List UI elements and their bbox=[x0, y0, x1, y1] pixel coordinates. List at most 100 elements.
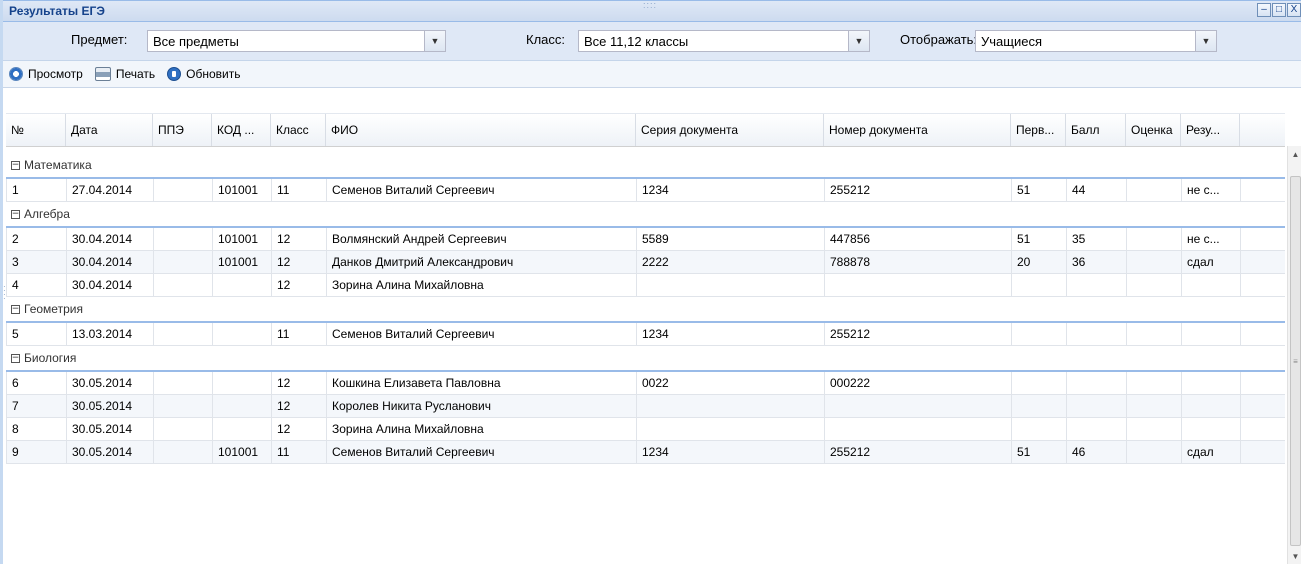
cell-number: 5 bbox=[7, 323, 67, 345]
window-titlebar[interactable]: Результаты ЕГЭ :::: – □ X bbox=[3, 0, 1301, 22]
header-col-date[interactable]: Дата bbox=[66, 114, 153, 146]
header-col-doc-number[interactable]: Номер документа bbox=[824, 114, 1011, 146]
header-col-doc-series[interactable]: Серия документа bbox=[636, 114, 824, 146]
group-header[interactable]: − Алгебра bbox=[6, 202, 1285, 228]
cell-doc-number: 255212 bbox=[825, 441, 1012, 463]
display-label: Отображать: bbox=[900, 32, 978, 47]
cell-grade bbox=[1127, 228, 1182, 250]
scrollbar-thumb[interactable]: ≡ bbox=[1290, 176, 1301, 546]
cell-primary: 51 bbox=[1012, 228, 1067, 250]
cell-date: 13.03.2014 bbox=[67, 323, 154, 345]
cell-date: 27.04.2014 bbox=[67, 179, 154, 201]
collapse-icon[interactable]: − bbox=[11, 160, 20, 170]
group-label: Алгебра bbox=[24, 207, 70, 221]
table-row[interactable]: 5 13.03.2014 11 Семенов Виталий Сергеевич 12… bbox=[6, 323, 1285, 346]
cell-result bbox=[1182, 395, 1241, 417]
group-label: Биология bbox=[24, 351, 77, 365]
cell-doc-number bbox=[825, 418, 1012, 440]
header-col-result[interactable]: Резу... bbox=[1181, 114, 1240, 146]
cell-score: 44 bbox=[1067, 179, 1127, 201]
cell-ppe bbox=[154, 418, 213, 440]
table-row[interactable]: 7 30.05.2014 12 Королев Никита Русланович bbox=[6, 395, 1285, 418]
cell-number: 4 bbox=[7, 274, 67, 296]
cell-score: 35 bbox=[1067, 228, 1127, 250]
collapse-icon[interactable]: − bbox=[11, 304, 20, 314]
cell-class: 12 bbox=[272, 228, 327, 250]
cell-number: 8 bbox=[7, 418, 67, 440]
table-row[interactable]: 1 27.04.2014 101001 11 Семенов Виталий Серге… bbox=[6, 179, 1285, 202]
header-col-class[interactable]: Класс bbox=[271, 114, 326, 146]
cell-ppe bbox=[154, 372, 213, 394]
table-row[interactable]: 8 30.05.2014 12 Зорина Алина Михайловна bbox=[6, 418, 1285, 441]
cell-code: 101001 bbox=[213, 228, 272, 250]
header-col-primary[interactable]: Перв... bbox=[1011, 114, 1066, 146]
table-row[interactable]: 9 30.05.2014 101001 11 Семенов Виталий Серге… bbox=[6, 441, 1285, 464]
header-col-number[interactable]: № bbox=[6, 114, 66, 146]
chevron-down-icon[interactable]: ▼ bbox=[848, 31, 869, 51]
minimize-button[interactable]: – bbox=[1257, 3, 1271, 17]
grid-header: № Дата ППЭ КОД ... Класс ФИО Серия документа Но… bbox=[6, 113, 1285, 147]
table-row[interactable]: 4 30.04.2014 12 Зорина Алина Михайловна bbox=[6, 274, 1285, 297]
filter-bar: Предмет: Все предметы ▼ Класс: Все 11,12… bbox=[3, 22, 1301, 61]
header-col-code[interactable]: КОД ... bbox=[212, 114, 271, 146]
cell-primary: 51 bbox=[1012, 441, 1067, 463]
cell-code bbox=[213, 395, 272, 417]
chevron-down-icon[interactable]: ▼ bbox=[1195, 31, 1216, 51]
results-window: Результаты ЕГЭ :::: – □ X Предмет: Все п… bbox=[0, 0, 1301, 564]
subject-select-value: Все предметы bbox=[153, 34, 239, 49]
table-row[interactable]: 2 30.04.2014 101001 12 Волмянский Андрей Сер… bbox=[6, 228, 1285, 251]
cell-result: не с... bbox=[1182, 228, 1241, 250]
group-header[interactable]: − Геометрия bbox=[6, 297, 1285, 323]
print-button[interactable]: Печать bbox=[94, 67, 156, 81]
cell-code bbox=[213, 274, 272, 296]
window-title: Результаты ЕГЭ bbox=[9, 4, 105, 18]
cell-class: 12 bbox=[272, 251, 327, 273]
header-col-ppe[interactable]: ППЭ bbox=[153, 114, 212, 146]
cell-fio: Семенов Виталий Сергеевич bbox=[327, 441, 637, 463]
header-col-score[interactable]: Балл bbox=[1066, 114, 1126, 146]
cell-doc-number: 255212 bbox=[825, 323, 1012, 345]
header-col-grade[interactable]: Оценка bbox=[1126, 114, 1181, 146]
cell-date: 30.04.2014 bbox=[67, 228, 154, 250]
maximize-button[interactable]: □ bbox=[1272, 3, 1286, 17]
vertical-scrollbar[interactable]: ▲ ≡ ▼ bbox=[1287, 146, 1301, 564]
subject-select[interactable]: Все предметы ▼ bbox=[147, 30, 446, 52]
refresh-button[interactable]: Обновить bbox=[167, 67, 240, 81]
cell-doc-number: 788878 bbox=[825, 251, 1012, 273]
cell-score: 36 bbox=[1067, 251, 1127, 273]
scroll-up-arrow-icon[interactable]: ▲ bbox=[1288, 146, 1301, 162]
drag-grip-icon[interactable]: :::: bbox=[643, 0, 657, 10]
cell-ppe bbox=[154, 179, 213, 201]
cell-number: 9 bbox=[7, 441, 67, 463]
view-button[interactable]: Просмотр bbox=[9, 67, 83, 81]
cell-number: 1 bbox=[7, 179, 67, 201]
collapse-icon[interactable]: − bbox=[11, 209, 20, 219]
cell-number: 3 bbox=[7, 251, 67, 273]
scroll-down-arrow-icon[interactable]: ▼ bbox=[1288, 548, 1301, 564]
table-row[interactable]: 6 30.05.2014 12 Кошкина Елизавета Павловна 0… bbox=[6, 372, 1285, 395]
cell-primary bbox=[1012, 418, 1067, 440]
cell-doc-series: 2222 bbox=[637, 251, 825, 273]
chevron-down-icon[interactable]: ▼ bbox=[424, 31, 445, 51]
display-select[interactable]: Учащиеся ▼ bbox=[975, 30, 1217, 52]
cell-ppe bbox=[154, 395, 213, 417]
cell-ppe bbox=[154, 251, 213, 273]
table-row[interactable]: 3 30.04.2014 101001 12 Данков Дмитрий Алекса… bbox=[6, 251, 1285, 274]
group-header[interactable]: − Биология bbox=[6, 346, 1285, 372]
cell-score: 46 bbox=[1067, 441, 1127, 463]
cell-grade bbox=[1127, 251, 1182, 273]
group-label: Геометрия bbox=[24, 302, 83, 316]
close-button[interactable]: X bbox=[1287, 3, 1301, 17]
cell-score bbox=[1067, 323, 1127, 345]
collapse-icon[interactable]: − bbox=[11, 353, 20, 363]
group-header[interactable]: − Математика bbox=[6, 153, 1285, 179]
class-select[interactable]: Все 11,12 классы ▼ bbox=[578, 30, 870, 52]
print-button-label: Печать bbox=[115, 67, 156, 81]
cell-doc-number bbox=[825, 395, 1012, 417]
cell-score bbox=[1067, 395, 1127, 417]
cell-ppe bbox=[154, 441, 213, 463]
results-grid: № Дата ППЭ КОД ... Класс ФИО Серия документа Но… bbox=[6, 113, 1285, 464]
cell-fio: Семенов Виталий Сергеевич bbox=[327, 323, 637, 345]
cell-date: 30.05.2014 bbox=[67, 372, 154, 394]
header-col-fio[interactable]: ФИО bbox=[326, 114, 636, 146]
